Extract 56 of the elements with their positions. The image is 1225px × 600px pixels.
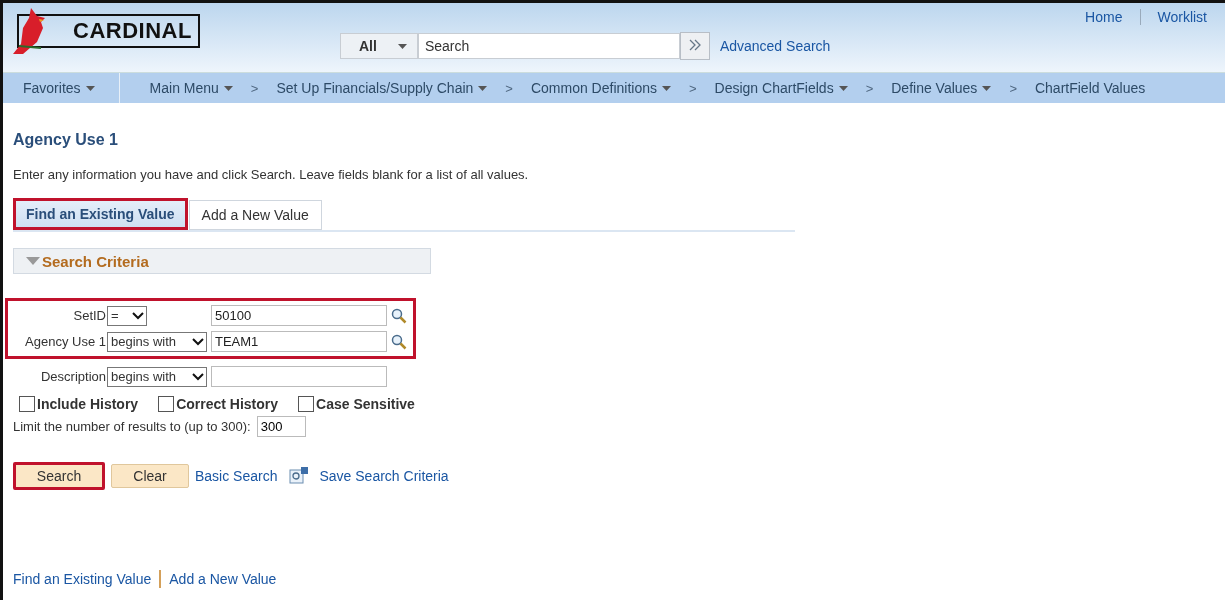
search-field[interactable]: Search (417, 33, 680, 59)
breadcrumb-separator: > (504, 80, 514, 96)
page-title: Agency Use 1 (13, 131, 119, 149)
cardinal-logo: CARDINAL (17, 14, 200, 48)
operator-dropdown[interactable]: begins with (107, 366, 207, 387)
advanced-search-link[interactable]: Advanced Search (719, 38, 831, 54)
checkbox-label: Correct History (176, 396, 279, 412)
limit-field[interactable]: 300 (256, 416, 306, 437)
nav-menu-item[interactable]: Main Menu (145, 80, 237, 96)
section-title: Search Criteria (42, 252, 149, 270)
nav-menu-item[interactable]: Define Values (887, 80, 996, 96)
nav-menu-item[interactable]: Favorites (19, 80, 99, 96)
field-label: SetID (72, 308, 107, 323)
footer-link[interactable]: Find an Existing Value (13, 571, 152, 587)
operator-dropdown[interactable]: = (107, 305, 147, 326)
checkbox-label: Case Sensitive (316, 396, 415, 412)
checkbox[interactable] (19, 396, 35, 412)
breadcrumb-separator: > (1008, 80, 1018, 96)
value-field[interactable] (211, 366, 387, 387)
save-search-icon[interactable] (289, 467, 310, 485)
nav-menu-item[interactable]: Common Definitions (526, 80, 675, 96)
header-link[interactable]: Worklist (1141, 9, 1225, 25)
operator-dropdown[interactable]: begins with (107, 331, 207, 352)
basic-search-link[interactable]: Basic Search (195, 468, 278, 484)
value-field[interactable]: TEAM1 (211, 331, 387, 352)
footer-link[interactable]: Add a New Value (169, 571, 277, 587)
tab[interactable]: Add a New Value (188, 200, 322, 230)
checkbox-label: Include History (37, 396, 139, 412)
search-go-button[interactable] (679, 32, 710, 60)
breadcrumb-separator: > (249, 80, 260, 96)
field-label: Agency Use 1 (24, 334, 107, 349)
breadcrumb-separator: > (864, 80, 875, 96)
double-chevron-icon (687, 39, 702, 51)
breadcrumb-separator: > (688, 80, 698, 96)
search-icon[interactable] (391, 333, 407, 350)
section-header[interactable]: Search Criteria (13, 248, 431, 274)
search-icon[interactable] (391, 307, 407, 324)
checkbox[interactable] (158, 396, 175, 412)
action-button[interactable]: Search (13, 462, 105, 490)
tab[interactable]: Find an Existing Value (13, 198, 188, 230)
chevron-down-icon (132, 311, 144, 320)
nav-menu-item[interactable]: Design ChartFields (710, 80, 852, 96)
nav-menu-item[interactable]: ChartField Values (1030, 80, 1150, 96)
search-scope-dropdown[interactable]: All (339, 33, 418, 59)
chevron-down-icon (192, 337, 204, 346)
checkbox[interactable] (298, 396, 315, 412)
limit-label: Limit the number of results to (up to 300): (13, 419, 251, 434)
save-search-criteria-link[interactable]: Save Search Criteria (319, 468, 449, 484)
chevron-down-icon (192, 372, 204, 381)
field-label: Description (39, 369, 107, 384)
value-field[interactable]: 50100 (211, 305, 387, 326)
instructions-text: Enter any information you have and click Search. Leave fields blank for a list of all values. (13, 167, 530, 182)
header-link[interactable]: Home (1069, 9, 1142, 25)
dropdown-arrow-icon (397, 43, 407, 49)
nav-menu-item[interactable]: Set Up Financials/Supply Chain (272, 80, 492, 96)
action-button[interactable]: Clear (111, 464, 189, 488)
